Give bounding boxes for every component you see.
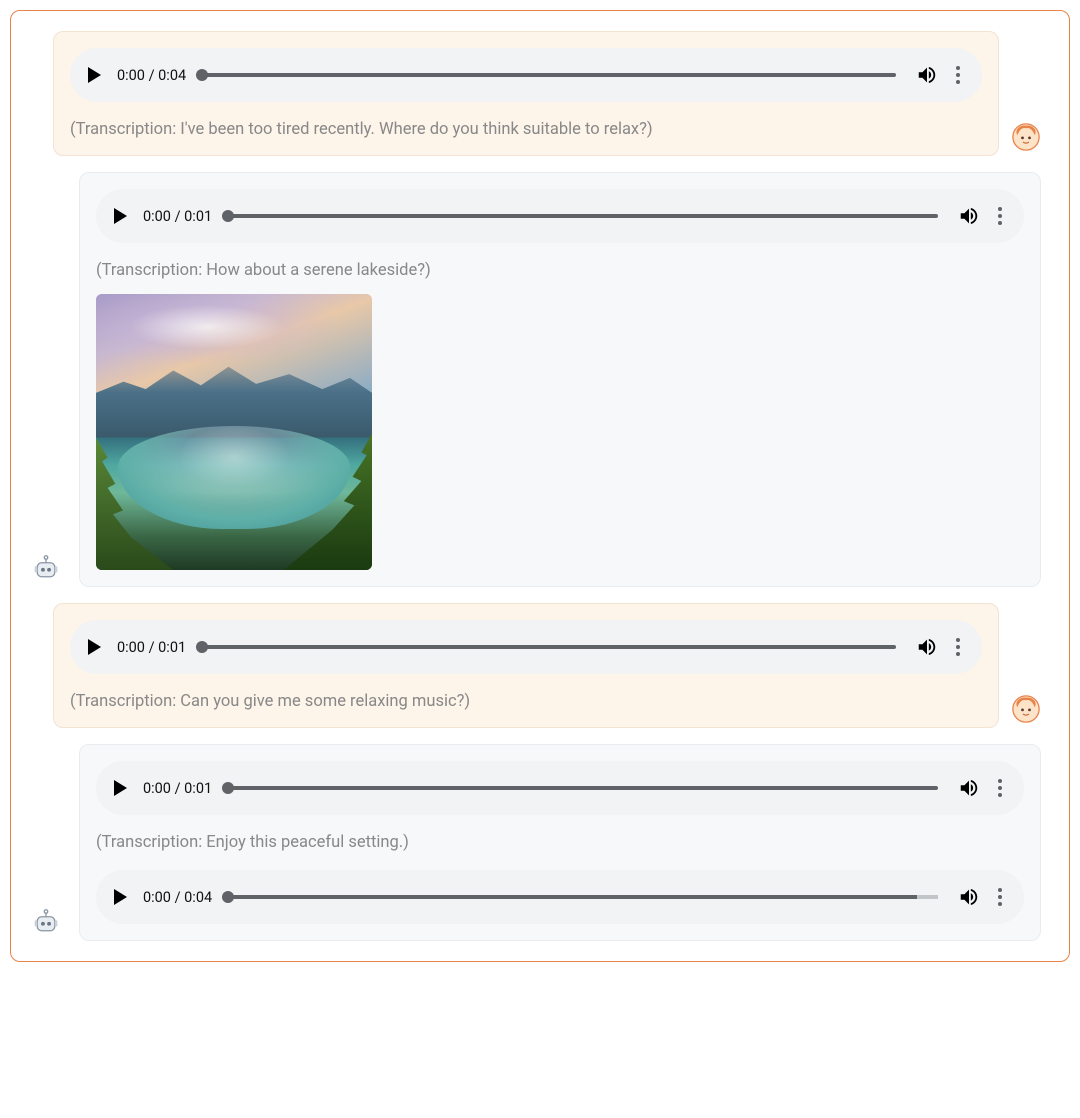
message-bubble-bot: 0:00 / 0:01 (Transcription: Enjoy this p… [79,744,1041,941]
transcription-text: (Transcription: How about a serene lakes… [96,261,1024,280]
audio-player[interactable]: 0:00 / 0:01 [70,620,982,674]
kebab-menu-icon[interactable] [994,884,1006,910]
audio-seek-track[interactable] [202,645,896,649]
audio-player[interactable]: 0:00 / 0:04 [96,870,1024,924]
audio-player[interactable]: 0:00 / 0:01 [96,761,1024,815]
audio-seek-thumb[interactable] [222,210,234,222]
audio-player[interactable]: 0:00 / 0:04 [70,48,982,102]
volume-icon[interactable] [958,777,980,799]
chat-container: 0:00 / 0:04 (Transcription: I've been to… [10,10,1070,962]
message-row: 0:00 / 0:01 (Transcription: How about a … [39,172,1041,587]
audio-current-time: 0:00 [117,639,145,656]
audio-seek-thumb[interactable] [196,69,208,81]
audio-timecode: 0:00 / 0:01 [143,780,212,797]
audio-seek-thumb[interactable] [222,891,234,903]
kebab-menu-icon[interactable] [952,634,964,660]
audio-timecode: 0:00 / 0:01 [117,639,186,656]
audio-seek-track[interactable] [228,214,938,218]
audio-current-time: 0:00 [143,208,171,225]
bot-avatar [31,553,61,583]
audio-seek-thumb[interactable] [196,641,208,653]
transcription-text: (Transcription: Can you give me some rel… [70,692,982,711]
audio-current-time: 0:00 [143,889,171,906]
audio-duration: 0:04 [158,67,186,84]
message-row: 0:00 / 0:01 (Transcription: Can you give… [39,603,1041,728]
kebab-menu-icon[interactable] [994,203,1006,229]
volume-icon[interactable] [916,64,938,86]
audio-seek-track[interactable] [228,895,938,899]
message-bubble-bot: 0:00 / 0:01 (Transcription: How about a … [79,172,1041,587]
message-bubble-user: 0:00 / 0:04 (Transcription: I've been to… [53,31,999,156]
audio-player[interactable]: 0:00 / 0:01 [96,189,1024,243]
volume-icon[interactable] [958,205,980,227]
audio-duration: 0:01 [184,208,212,225]
audio-duration: 0:01 [184,780,212,797]
audio-timecode: 0:00 / 0:04 [143,889,212,906]
message-bubble-user: 0:00 / 0:01 (Transcription: Can you give… [53,603,999,728]
volume-icon[interactable] [958,886,980,908]
message-row: 0:00 / 0:01 (Transcription: Enjoy this p… [39,744,1041,941]
bot-avatar [31,907,61,937]
kebab-menu-icon[interactable] [994,775,1006,801]
play-icon[interactable] [88,67,101,83]
message-row: 0:00 / 0:04 (Transcription: I've been to… [39,31,1041,156]
play-icon[interactable] [114,208,127,224]
audio-duration: 0:04 [184,889,212,906]
audio-current-time: 0:00 [143,780,171,797]
audio-timecode: 0:00 / 0:01 [143,208,212,225]
attached-image[interactable] [96,294,372,570]
audio-duration: 0:01 [158,639,186,656]
transcription-text: (Transcription: Enjoy this peaceful sett… [96,833,1024,852]
play-icon[interactable] [88,639,101,655]
volume-icon[interactable] [916,636,938,658]
audio-current-time: 0:00 [117,67,145,84]
audio-seek-track[interactable] [202,73,896,77]
user-avatar [1011,122,1041,152]
user-avatar [1011,694,1041,724]
play-icon[interactable] [114,780,127,796]
kebab-menu-icon[interactable] [952,62,964,88]
audio-seek-thumb[interactable] [222,782,234,794]
play-icon[interactable] [114,889,127,905]
audio-timecode: 0:00 / 0:04 [117,67,186,84]
audio-seek-track[interactable] [228,786,938,790]
transcription-text: (Transcription: I've been too tired rece… [70,120,982,139]
